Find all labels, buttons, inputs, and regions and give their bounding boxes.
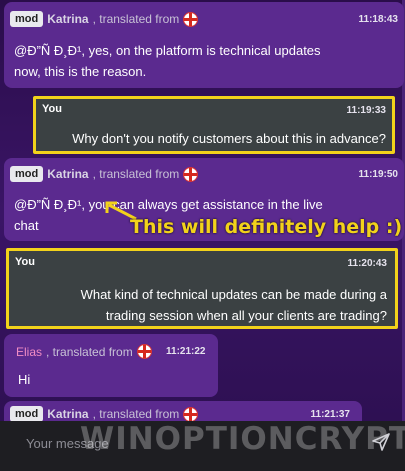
mod-badge: mod xyxy=(10,406,44,422)
message-text: trading session when all your clients ar… xyxy=(105,308,387,323)
sender-name[interactable]: Katrina xyxy=(47,407,88,421)
sender-name[interactable]: Katrina xyxy=(47,167,88,181)
send-icon[interactable] xyxy=(371,432,391,452)
message-time: 11:19:50 xyxy=(358,169,398,180)
uk-flag-icon xyxy=(183,406,199,422)
annotation-text: This will definitely help :) xyxy=(130,216,403,238)
sender-name[interactable]: Katrina xyxy=(47,12,88,26)
mod-badge: mod xyxy=(10,166,44,182)
message-meta: Elias , translated from xyxy=(16,344,152,359)
uk-flag-icon xyxy=(183,11,199,27)
message-text: @Ð”Ñ Ð¸Ð¹, you can always get assistance… xyxy=(14,197,323,212)
translated-label: , translated from xyxy=(92,12,180,26)
message-text: @Ð”Ñ Ð¸Ð¹, yes, on the platform is techn… xyxy=(14,43,321,58)
message-time: 11:21:37 xyxy=(310,409,350,420)
own-sender-label: You xyxy=(15,256,35,268)
translated-label: , translated from xyxy=(92,407,180,421)
translated-label: , translated from xyxy=(92,167,180,181)
own-message-bubble: You 11:19:33 Why don't you notify custom… xyxy=(33,96,395,154)
message-text: What kind of technical updates can be ma… xyxy=(80,287,387,302)
message-meta: mod Katrina , translated from xyxy=(10,406,199,422)
message-time: 11:20:43 xyxy=(347,258,387,269)
message-text: Why don't you notify customers about thi… xyxy=(72,131,386,146)
message-meta: mod Katrina , translated from xyxy=(10,166,199,182)
message-bubble: mod Katrina , translated from 11:18:43 @… xyxy=(4,2,404,88)
own-message-bubble: You 11:20:43 What kind of technical upda… xyxy=(6,248,398,329)
message-time: 11:19:33 xyxy=(346,105,386,116)
sender-name[interactable]: Elias xyxy=(16,345,42,359)
own-sender-label: You xyxy=(42,103,62,115)
message-text: Hi xyxy=(18,372,31,387)
mod-badge: mod xyxy=(10,11,44,27)
watermark: WINOPTIONCRYPTO.COM xyxy=(80,421,405,457)
translated-label: , translated from xyxy=(46,344,133,359)
message-time: 11:18:43 xyxy=(358,14,398,25)
message-text: now, this is the reason. xyxy=(14,64,147,79)
chat-panel: mod Katrina , translated from 11:18:43 @… xyxy=(0,0,405,471)
message-time: 11:21:22 xyxy=(166,346,206,357)
message-bubble: Elias , translated from 11:21:22 Hi xyxy=(4,334,218,397)
message-meta: mod Katrina , translated from xyxy=(10,11,199,27)
uk-flag-icon xyxy=(183,166,199,182)
uk-flag-icon xyxy=(136,344,152,359)
